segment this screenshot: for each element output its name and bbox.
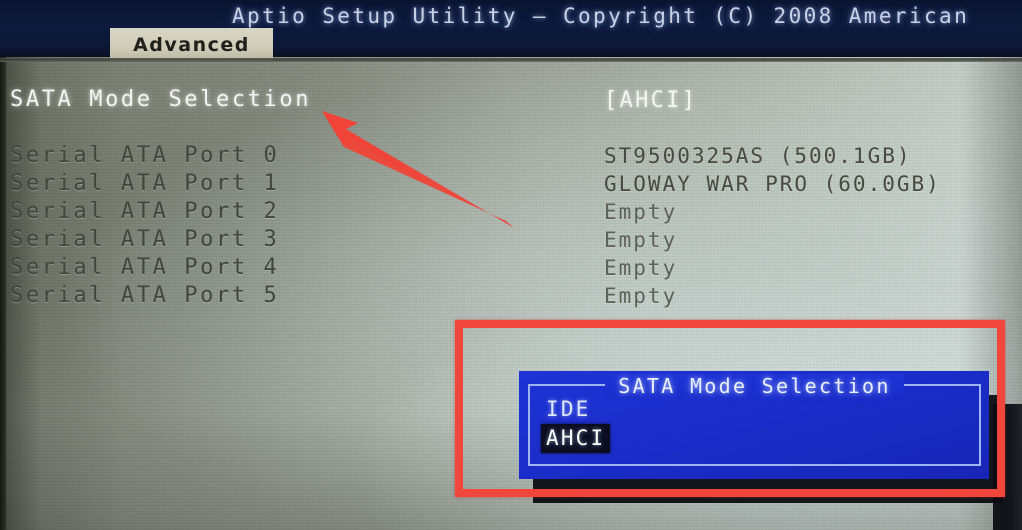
setting-sata-mode-selection-label[interactable]: SATA Mode Selection bbox=[10, 87, 311, 112]
dialog-title-text: SATA Mode Selection bbox=[605, 374, 904, 398]
dialog-option-ide-row[interactable]: IDE bbox=[541, 395, 610, 424]
port-4-label[interactable]: Serial ATA Port 4 bbox=[10, 255, 279, 280]
dialog-option-ahci-row[interactable]: AHCI bbox=[541, 424, 611, 453]
monitor-right-bezel-shadow bbox=[993, 404, 1022, 530]
tab-advanced-label: Advanced bbox=[133, 33, 250, 56]
port-5-label[interactable]: Serial ATA Port 5 bbox=[10, 283, 279, 308]
bios-screen: Aptio Setup Utility – Copyright (C) 2008… bbox=[0, 0, 1022, 530]
page-title: Aptio Setup Utility – Copyright (C) 2008… bbox=[232, 4, 970, 28]
dialog-option-ide[interactable]: IDE bbox=[541, 395, 596, 424]
header-divider bbox=[0, 58, 1022, 62]
port-1-value: GLOWAY WAR PRO (60.0GB) bbox=[604, 172, 941, 196]
port-4-value: Empty bbox=[604, 256, 678, 280]
port-2-value: Empty bbox=[604, 200, 678, 224]
port-5-value: Empty bbox=[604, 284, 678, 308]
port-1-label[interactable]: Serial ATA Port 1 bbox=[10, 171, 279, 196]
port-0-label[interactable]: Serial ATA Port 0 bbox=[10, 143, 279, 168]
tab-advanced[interactable]: Advanced bbox=[110, 28, 273, 61]
port-3-value: Empty bbox=[604, 228, 678, 252]
sata-mode-selection-dialog[interactable]: SATA Mode Selection IDE AHCI bbox=[519, 371, 989, 479]
dialog-option-list: IDE AHCI bbox=[541, 395, 611, 453]
dialog-option-ahci[interactable]: AHCI bbox=[541, 424, 611, 453]
setting-sata-mode-selection-value[interactable]: [AHCI] bbox=[604, 88, 697, 113]
port-0-value: ST9500325AS (500.1GB) bbox=[604, 144, 912, 168]
port-2-label[interactable]: Serial ATA Port 2 bbox=[10, 199, 279, 224]
monitor-left-bezel-shadow bbox=[0, 0, 7, 530]
port-3-label[interactable]: Serial ATA Port 3 bbox=[10, 227, 279, 252]
